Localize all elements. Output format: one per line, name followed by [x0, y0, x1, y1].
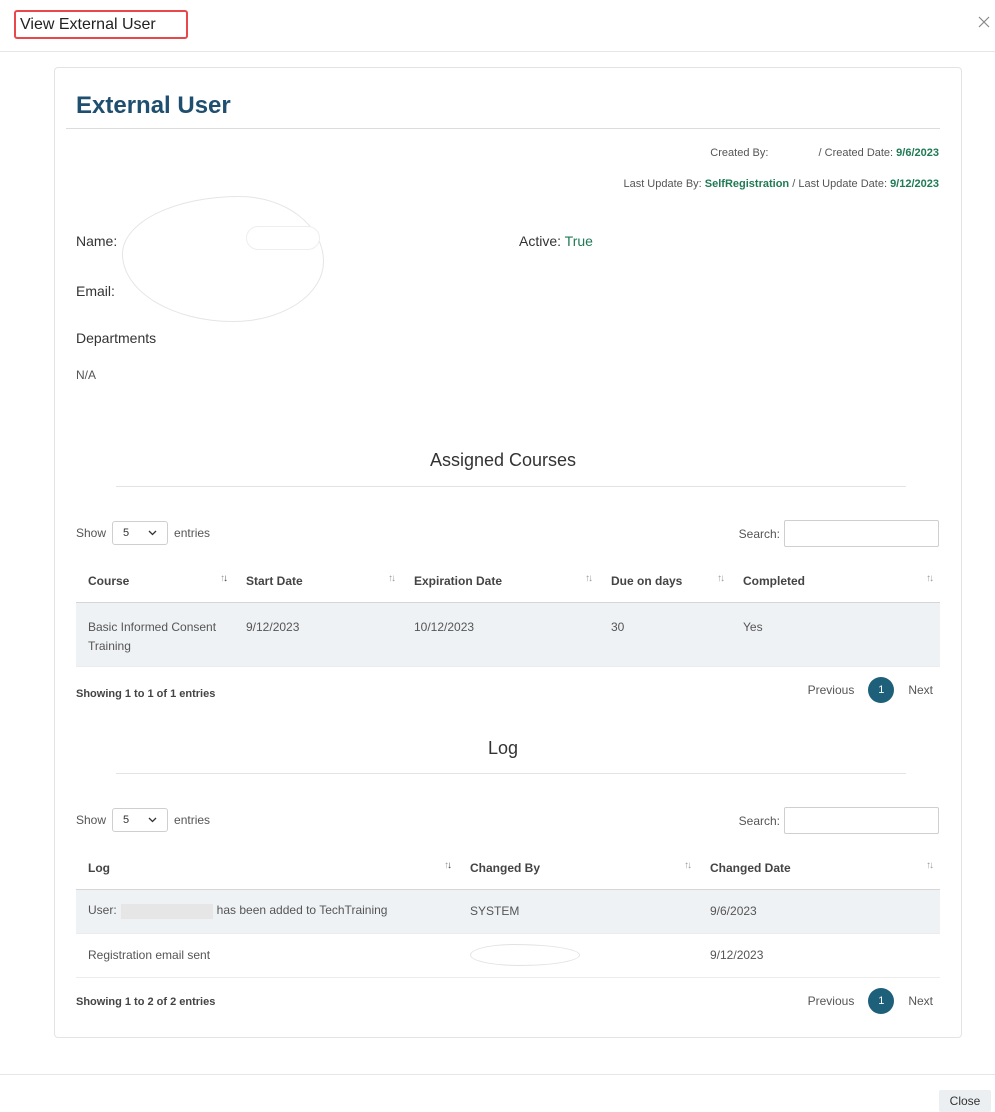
log-info: Showing 1 to 2 of 2 entries	[76, 996, 216, 1008]
col-start-date[interactable]: Start Date ↑↓	[234, 560, 402, 603]
col-due-on-days[interactable]: Due on days ↑↓	[599, 560, 731, 603]
col-expiration-date[interactable]: Expiration Date ↑↓	[402, 560, 599, 603]
sort-icon: ↑↓	[926, 573, 934, 584]
table-row: Registration email sent 9/12/2023	[76, 933, 940, 978]
show-label: Show	[76, 526, 107, 540]
created-by-redacted	[771, 146, 815, 160]
header-divider	[0, 51, 995, 52]
show-label: Show	[76, 813, 107, 827]
table-row: Basic Informed Consent Training 9/12/202…	[76, 602, 940, 667]
col-course[interactable]: Course ↑↓	[76, 560, 234, 603]
chevron-down-icon	[148, 530, 157, 536]
last-update-by-label: Last Update By:	[623, 178, 702, 190]
close-icon[interactable]	[976, 14, 992, 30]
created-by-label: Created By:	[710, 146, 769, 159]
next-button[interactable]: Next	[908, 683, 933, 697]
email-label: Email:	[76, 283, 115, 299]
update-info: Last Update By: SelfRegistration / Last …	[623, 178, 939, 190]
redaction-mask	[246, 226, 320, 250]
col-changed-by[interactable]: Changed By ↑↓	[458, 847, 698, 890]
last-update-date-label: / Last Update Date:	[792, 178, 887, 190]
sort-icon: ↑↓	[684, 860, 692, 871]
created-info: Created By: / Created Date: 9/6/2023	[710, 146, 939, 160]
table-cell: Registration email sent	[76, 933, 458, 978]
next-button[interactable]: Next	[908, 994, 933, 1008]
name-label: Name:	[76, 233, 118, 249]
created-date-value: 9/6/2023	[896, 146, 939, 159]
sort-icon: ↑↓	[717, 573, 725, 584]
table-cell: 9/12/2023	[698, 933, 940, 978]
log-search: Search:	[739, 807, 939, 834]
active-label: Active:	[519, 233, 562, 249]
section-divider	[116, 773, 906, 774]
created-date-label: / Created Date:	[818, 146, 894, 159]
log-table: Log ↑↓ Changed By ↑↓ Changed Date ↑↓ User: h…	[76, 847, 940, 978]
table-cell: 30	[599, 602, 731, 667]
active-field: Active: True	[519, 233, 593, 249]
title-divider	[66, 128, 940, 129]
log-length-control: Show 5 entries	[76, 808, 210, 832]
last-update-date-value: 9/12/2023	[890, 178, 939, 190]
departments-label: Departments	[76, 330, 157, 346]
entries-label: entries	[174, 526, 211, 540]
col-changed-date[interactable]: Changed Date ↑↓	[698, 847, 940, 890]
log-title: Log	[487, 738, 519, 758]
sort-icon: ↑↓	[220, 573, 228, 584]
table-cell: Yes	[731, 602, 940, 667]
log-pagination: Previous 1 Next	[808, 988, 933, 1014]
courses-info: Showing 1 to 1 of 1 entries	[76, 688, 216, 700]
close-button[interactable]: Close	[939, 1090, 991, 1112]
redaction-mask	[470, 944, 580, 966]
sort-icon: ↑↓	[388, 573, 396, 584]
log-search-input[interactable]	[784, 807, 939, 834]
search-label: Search:	[738, 813, 780, 828]
section-divider	[116, 486, 906, 487]
table-cell: User: has been added to TechTraining	[76, 889, 458, 934]
footer-divider	[0, 1074, 995, 1075]
courses-search-input[interactable]	[784, 520, 939, 547]
previous-button[interactable]: Previous	[808, 683, 855, 697]
table-row: User: has been added to TechTraining SYST…	[76, 889, 940, 934]
redaction-mask	[120, 903, 213, 919]
table-cell: 10/12/2023	[402, 602, 599, 667]
entries-label: entries	[174, 813, 211, 827]
last-update-by-value: SelfRegistration	[704, 178, 790, 190]
courses-length-control: Show 5 entries	[76, 521, 210, 545]
col-completed[interactable]: Completed ↑↓	[731, 560, 940, 603]
table-cell	[458, 933, 698, 978]
courses-search: Search:	[739, 520, 939, 547]
departments-value: N/A	[76, 368, 97, 382]
courses-pagination: Previous 1 Next	[808, 677, 933, 703]
search-label: Search:	[738, 526, 780, 541]
page-size-value: 5	[123, 814, 130, 826]
sort-icon: ↑↓	[926, 860, 934, 871]
page-size-value: 5	[123, 527, 130, 539]
table-cell: SYSTEM	[458, 889, 698, 934]
page-button[interactable]: 1	[868, 677, 895, 703]
table-cell: 9/6/2023	[698, 889, 940, 934]
previous-button[interactable]: Previous	[808, 994, 855, 1008]
courses-table: Course ↑↓ Start Date ↑↓ Expiration Date ↑↓ …	[76, 560, 940, 667]
sort-icon: ↑↓	[585, 573, 593, 584]
table-cell: Basic Informed Consent Training	[76, 602, 234, 667]
col-log[interactable]: Log ↑↓	[76, 847, 458, 890]
page-title: External User	[76, 92, 231, 119]
table-cell: 9/12/2023	[234, 602, 402, 667]
active-value: True	[564, 233, 593, 249]
chevron-down-icon	[148, 817, 157, 823]
modal-title: View External User	[20, 16, 156, 33]
courses-page-size-select[interactable]: 5	[112, 521, 169, 545]
page-button[interactable]: 1	[868, 988, 895, 1014]
log-page-size-select[interactable]: 5	[112, 808, 169, 832]
assigned-courses-title: Assigned Courses	[429, 450, 577, 470]
sort-icon: ↑↓	[444, 860, 452, 871]
